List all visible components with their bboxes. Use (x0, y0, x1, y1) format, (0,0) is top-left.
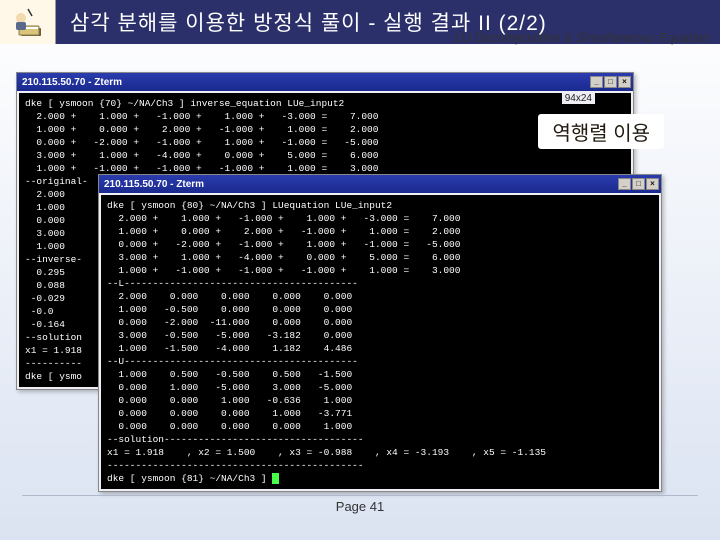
page-number: Page 41 (0, 499, 720, 514)
slide-subtitle: LU Decomposition & Simultaneous Equation (454, 30, 710, 45)
terminal-titlebar: 210.115.50.70 - Zterm _ □ × (17, 73, 633, 91)
terminal-dimensions: 94x24 (562, 93, 595, 104)
maximize-button[interactable]: □ (604, 76, 617, 88)
minimize-button[interactable]: _ (590, 76, 603, 88)
terminal-titlebar: 210.115.50.70 - Zterm _ □ × (99, 175, 661, 193)
close-button[interactable]: × (618, 76, 631, 88)
maximize-button[interactable]: □ (632, 178, 645, 190)
terminal-output: dke [ ysmoon {80} ~/NA/Ch3 ] LUequation … (101, 195, 659, 489)
annotation-label: 역행렬 이용 (538, 114, 664, 149)
terminal-window-2: 210.115.50.70 - Zterm _ □ × dke [ ysmoon… (98, 174, 662, 492)
close-button[interactable]: × (646, 178, 659, 190)
minimize-button[interactable]: _ (618, 178, 631, 190)
slide-icon (0, 0, 56, 44)
terminal-title: 210.115.50.70 - Zterm (22, 77, 122, 88)
terminal-title: 210.115.50.70 - Zterm (104, 179, 204, 190)
window-controls: _ □ × (590, 76, 631, 88)
window-controls: _ □ × (618, 178, 659, 190)
footer-divider (22, 495, 698, 496)
